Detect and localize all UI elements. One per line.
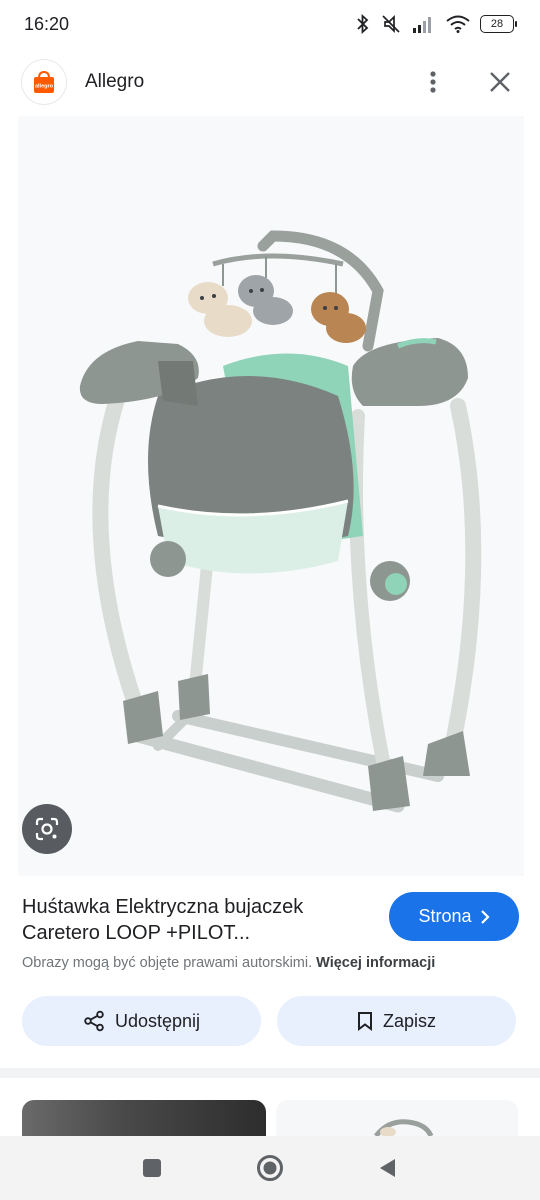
home-icon	[257, 1155, 283, 1181]
close-button[interactable]	[482, 62, 518, 102]
share-button[interactable]: Udostępnij	[22, 996, 261, 1046]
allegro-logo[interactable]: allegro	[22, 60, 66, 104]
status-time: 16:20	[24, 13, 70, 34]
bluetooth-icon	[356, 14, 370, 34]
baby-swing-image	[79, 230, 482, 813]
google-lens-button[interactable]	[22, 804, 72, 854]
copyright-notice: Obrazy mogą być objęte prawami autorskim…	[22, 955, 435, 971]
save-label: Zapisz	[382, 1010, 436, 1031]
back-button[interactable]	[370, 1150, 406, 1186]
lens-icon	[35, 817, 59, 841]
close-icon	[490, 72, 510, 92]
result-info-panel: Huśtawka Elektryczna bujaczek Caretero L…	[0, 876, 540, 1072]
share-icon	[84, 1010, 104, 1032]
app-name: Allegro	[85, 71, 145, 92]
shopping-bag-icon: allegro	[34, 70, 54, 93]
wifi-icon	[446, 15, 470, 33]
share-label: Udostępnij	[114, 1010, 201, 1031]
recents-button[interactable]	[134, 1150, 170, 1186]
chevron-right-icon	[480, 909, 490, 924]
product-image[interactable]	[18, 116, 524, 876]
more-vert-icon	[430, 71, 436, 93]
system-navigation-bar	[0, 1136, 540, 1200]
more-info-link[interactable]: Więcej informacji	[316, 955, 435, 971]
status-bar: 16:20 28	[0, 0, 540, 48]
visit-site-button[interactable]: Strona	[389, 892, 519, 941]
related-image-thumbnail[interactable]	[276, 1100, 518, 1136]
battery-icon: 28	[480, 15, 517, 33]
mute-icon	[380, 14, 402, 34]
result-title[interactable]: Huśtawka Elektryczna bujaczek Caretero L…	[22, 894, 362, 946]
app-header: allegro Allegro	[0, 48, 540, 116]
section-divider	[0, 1068, 540, 1078]
bookmark-icon	[357, 1012, 372, 1031]
copyright-text: Obrazy mogą być objęte prawami autorskim…	[22, 955, 313, 971]
home-button[interactable]	[252, 1150, 288, 1186]
save-button[interactable]: Zapisz	[277, 996, 516, 1046]
signal-icon	[412, 15, 436, 33]
recents-icon	[143, 1159, 161, 1177]
visit-site-label: Strona	[418, 906, 472, 926]
status-icons: 28	[356, 14, 517, 34]
back-icon	[380, 1159, 395, 1177]
swing-thumbnail-image	[374, 1119, 434, 1136]
related-image-thumbnail[interactable]	[22, 1100, 266, 1136]
more-options-button[interactable]	[418, 62, 448, 102]
svg-text:allegro: allegro	[35, 84, 54, 90]
